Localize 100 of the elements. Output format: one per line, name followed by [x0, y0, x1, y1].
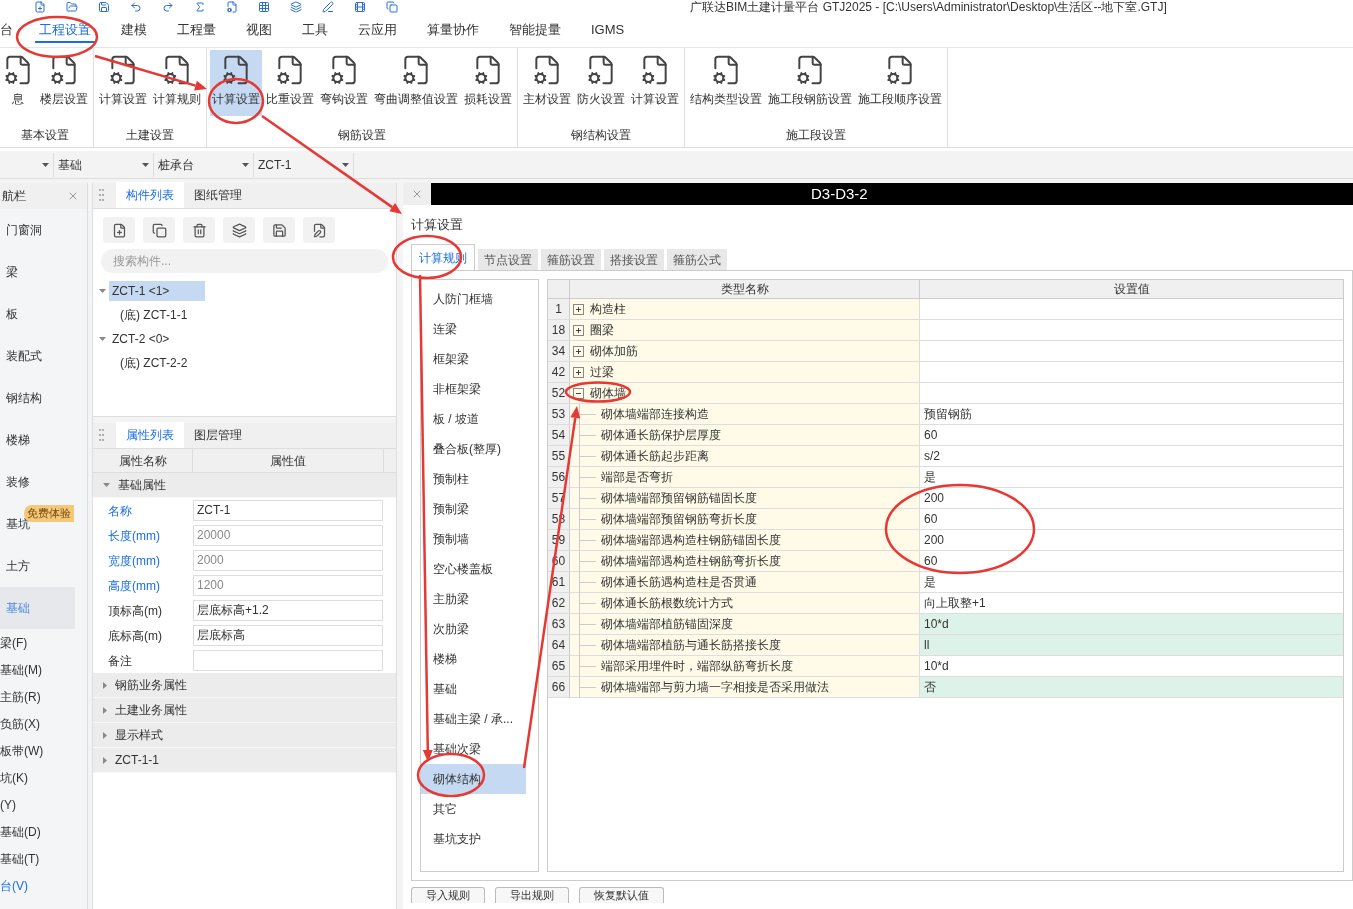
ribbon-button[interactable]: 比重设置 [264, 50, 316, 116]
category-item[interactable]: 预制梁 [421, 494, 526, 524]
search-field[interactable]: 搜索构件... [101, 249, 388, 273]
tool-button[interactable] [263, 217, 295, 243]
category-item[interactable]: 连梁 [421, 314, 526, 344]
nav-sub-item[interactable]: 基础(M) [0, 656, 87, 683]
menu-tab[interactable]: 工程设置 [35, 18, 95, 43]
dialog-tab[interactable]: 箍筋设置 [541, 249, 601, 270]
nav-sub-item[interactable]: 基础(T) [0, 845, 87, 872]
tree-item[interactable]: (底) ZCT-2-2 [117, 354, 191, 372]
toolbar-icon[interactable] [386, 1, 398, 13]
category-item[interactable]: 基坑支护 [421, 824, 526, 854]
nav-item[interactable]: 土方 [0, 545, 75, 587]
nav-item[interactable]: 装修 [0, 461, 75, 503]
ribbon-button[interactable]: 计算设置 [97, 50, 149, 116]
group-header[interactable]: 钢筋业务属性 [93, 673, 396, 698]
category-item[interactable]: 基础 [421, 674, 526, 704]
menu-tab[interactable]: 视图 [242, 18, 276, 43]
dialog-button[interactable]: 恢复默认值 [579, 887, 664, 903]
menu-tab[interactable]: 台 [0, 18, 13, 43]
nav-item[interactable]: 梁 [0, 251, 75, 293]
property-value-field[interactable] [193, 650, 383, 671]
menu-tab[interactable]: IGMS [587, 18, 629, 43]
close-icon[interactable] [411, 188, 423, 200]
category-item[interactable]: 主肋梁 [421, 584, 526, 614]
panel-tab[interactable]: 图纸管理 [184, 182, 252, 208]
category-item[interactable]: 空心楼盖板 [421, 554, 526, 584]
panel-tab[interactable]: 图层管理 [184, 422, 252, 448]
dialog-button[interactable]: 导出规则 [495, 887, 569, 903]
menu-tab[interactable]: 智能提量 [505, 18, 565, 43]
toolbar-icon[interactable] [322, 1, 334, 13]
nav-item[interactable]: 楼梯 [0, 419, 75, 461]
panel-tab[interactable]: 属性列表 [116, 422, 184, 448]
tool-button[interactable] [103, 217, 135, 243]
category-item[interactable]: 板 / 坡道 [421, 404, 526, 434]
ribbon-button[interactable]: 计算设置 [210, 50, 262, 116]
close-icon[interactable] [67, 190, 79, 202]
toolbar-icon[interactable] [354, 1, 366, 13]
dropdown[interactable]: 基础 [54, 152, 154, 177]
setting-value[interactable]: 否 [920, 677, 1343, 697]
nav-sub-item[interactable]: 主筋(R) [0, 683, 87, 710]
property-value-field[interactable]: 层底标高 [193, 625, 383, 646]
ribbon-button[interactable]: 损耗设置 [462, 50, 514, 116]
group-header[interactable]: 显示样式 [93, 723, 396, 748]
nav-sub-item[interactable]: 负筋(X) [0, 710, 87, 737]
dialog-button[interactable]: 导入规则 [411, 887, 485, 903]
ribbon-button[interactable]: 结构类型设置 [688, 50, 764, 116]
ribbon-button[interactable]: 计算规则 [151, 50, 203, 116]
nav-item[interactable]: 装配式 [0, 335, 75, 377]
toolbar-icon[interactable] [290, 1, 302, 13]
dialog-tab[interactable]: 搭接设置 [604, 249, 664, 270]
ribbon-button[interactable]: 施工段顺序设置 [856, 50, 944, 116]
dialog-tab[interactable]: 箍筋公式 [667, 249, 727, 270]
menu-tab[interactable]: 算量协作 [423, 18, 483, 43]
expand-icon[interactable] [573, 303, 584, 315]
group-header[interactable]: 基础属性 [93, 473, 396, 498]
menu-tab[interactable]: 云应用 [354, 18, 401, 43]
nav-sub-item[interactable]: 基础(D) [0, 818, 87, 845]
toolbar-icon[interactable] [130, 1, 142, 13]
property-value-field[interactable]: 层底标高+1.2 [193, 600, 383, 621]
toolbar-icon[interactable] [66, 1, 78, 13]
toolbar-icon[interactable] [162, 1, 174, 13]
category-item[interactable]: 非框架梁 [421, 374, 526, 404]
toolbar-icon[interactable] [194, 1, 206, 13]
tool-button[interactable] [223, 217, 255, 243]
tool-button[interactable] [303, 217, 335, 243]
category-item[interactable]: 其它 [421, 794, 526, 824]
collapse-icon[interactable] [573, 387, 584, 399]
dropdown[interactable]: 桩承台 [154, 152, 254, 177]
ribbon-button[interactable]: 楼层设置 [38, 50, 90, 116]
nav-sub-item[interactable]: 梁(F) [0, 629, 87, 656]
expand-icon[interactable] [573, 324, 584, 336]
category-item[interactable]: 楼梯 [421, 644, 526, 674]
toolbar-icon[interactable] [34, 1, 46, 13]
property-value-field[interactable]: ZCT-1 [193, 500, 383, 521]
category-item[interactable]: 砌体结构 [421, 764, 526, 794]
nav-sub-item[interactable]: 板带(W) [0, 737, 87, 764]
expand-icon[interactable] [573, 345, 584, 357]
category-item[interactable]: 叠合板(整厚) [421, 434, 526, 464]
expand-icon[interactable] [573, 366, 584, 378]
tool-button[interactable] [143, 217, 175, 243]
menu-tab[interactable]: 工具 [298, 18, 332, 43]
toolbar-icon[interactable] [258, 1, 270, 13]
nav-item[interactable]: 钢结构 [0, 377, 75, 419]
tree-item[interactable]: ZCT-1 <1> [109, 281, 205, 301]
toolbar-icon[interactable] [226, 1, 238, 13]
category-item[interactable]: 预制柱 [421, 464, 526, 494]
ribbon-button[interactable]: 弯钩设置 [318, 50, 370, 116]
dropdown[interactable]: ZCT-1 [254, 152, 354, 177]
tool-button[interactable] [183, 217, 215, 243]
drag-handle-icon[interactable] [99, 189, 104, 201]
nav-sub-item[interactable]: 台(V) [0, 872, 87, 899]
ribbon-button[interactable]: 主材设置 [521, 50, 573, 116]
toolbar-icon[interactable] [98, 1, 110, 13]
category-item[interactable]: 次肋梁 [421, 614, 526, 644]
tree-item[interactable]: (底) ZCT-1-1 [117, 306, 191, 324]
panel-tab[interactable]: 构件列表 [116, 182, 184, 208]
setting-value[interactable]: 10*d [920, 614, 1343, 634]
tree-item[interactable]: ZCT-2 <0> [109, 329, 205, 349]
category-item[interactable]: 框架梁 [421, 344, 526, 374]
